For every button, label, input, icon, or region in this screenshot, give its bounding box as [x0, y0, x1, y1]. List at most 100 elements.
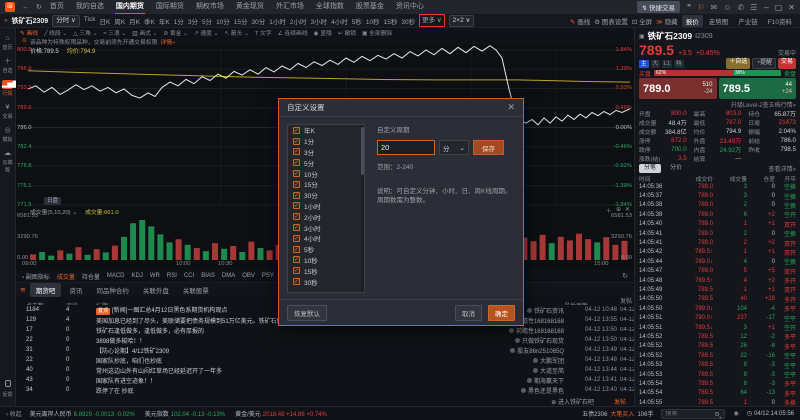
modal-period-15秒[interactable]: ✓15秒 [288, 265, 364, 276]
modal-period-1分[interactable]: ✓1分 [288, 136, 364, 147]
session-badge[interactable]: 日盘 [44, 197, 61, 205]
forum-row[interactable]: 430国家队有进空迹象！！期海赢天下04-12 13:4104-12 [16, 375, 634, 385]
nav-item-全球指数[interactable]: 全球指数 [315, 0, 345, 15]
period-selected-dropdown[interactable]: 分时 ∨ [52, 15, 80, 27]
checkbox-checked-icon[interactable]: ✓ [293, 159, 300, 166]
tab-走势图[interactable]: 走势图 [705, 15, 733, 27]
alert-button[interactable]: ◔提醒 [752, 58, 776, 69]
period-季K[interactable]: 季K [144, 16, 155, 26]
nav-item-首页[interactable]: 首页 [49, 0, 65, 15]
period-周K[interactable]: 周K [114, 16, 125, 26]
modal-period-3分[interactable]: ✓3分 [288, 147, 364, 158]
forum-row[interactable]: 220国家队抄底，咱们也抄底大鹏军团04-12 13:4804-12 [16, 355, 634, 365]
hide-button[interactable]: ≫ 隐藏 [656, 16, 678, 26]
period-Tick[interactable]: Tick [84, 16, 96, 26]
rail-item-云端版[interactable]: ☁云端版 [0, 147, 15, 176]
forum-row[interactable]: 400常州这边山外有山闷红草场已经延迟开了一年多大道至简04-12 13:440… [16, 365, 634, 375]
trade-button[interactable]: 交易 [778, 58, 796, 69]
draw-tool-连续画线[interactable]: ∠ 连续画线 [278, 28, 308, 37]
quick-trade-button[interactable]: ↯ 快捷交易 [637, 1, 680, 13]
rail-item-行情[interactable]: ▂▅▇行情 [0, 78, 15, 99]
mail-icon[interactable]: ✉ [711, 3, 718, 12]
checkbox-checked-icon[interactable]: ✓ [293, 278, 300, 285]
period-5秒[interactable]: 5秒 [352, 16, 362, 26]
custom-period-input[interactable] [377, 140, 435, 155]
confirm-button[interactable]: 确定 [488, 305, 515, 321]
tick-tab-分笔[interactable]: 分笔 [639, 164, 661, 173]
draw-tool-撤销[interactable]: ↩ 撤销 [338, 28, 356, 37]
save-button[interactable]: 保存 [473, 140, 504, 155]
indicator-持仓量[interactable]: 持仓量 [82, 272, 100, 281]
checkbox-checked-icon[interactable]: ✓ [293, 192, 300, 199]
bell-icon[interactable]: ⚐ [697, 3, 704, 12]
indicator-DMA[interactable]: DMA [222, 273, 235, 279]
checkbox-checked-icon[interactable]: ✓ [293, 256, 300, 263]
draw-tool-button[interactable]: ✎ 画线 [570, 16, 590, 26]
checkbox-checked-icon[interactable]: ✓ [293, 246, 300, 253]
modal-close-icon[interactable]: ✕ [507, 102, 515, 113]
fx-quote-美元指数[interactable]: 美元指数102.04 -0.13 -0.13% [145, 409, 225, 418]
ask-quote-box[interactable]: 789.5 44+24 [719, 78, 797, 99]
period-2小时[interactable]: 2小时 [290, 16, 307, 26]
cancel-button[interactable]: 取消 [455, 305, 482, 321]
search-box[interactable] [661, 409, 725, 419]
indicator-成交量[interactable]: 成交量 [57, 272, 75, 281]
indicator-OBV[interactable]: OBV [242, 273, 255, 279]
period-30秒[interactable]: 30秒 [401, 16, 415, 26]
menu-icon[interactable]: ☰ [750, 3, 757, 12]
rail-item-交易[interactable]: ¥交易 [0, 101, 15, 122]
feedback-button[interactable]: ⋯反馈 [0, 370, 15, 400]
service-icon[interactable]: ✆ [737, 3, 744, 12]
checkbox-checked-icon[interactable]: ✓ [293, 181, 300, 188]
tab-产业链[interactable]: 产业链 [734, 15, 762, 27]
fullscreen-button[interactable]: ⊡ 全屏 [632, 16, 652, 26]
fx-quote-美元离岸人民币[interactable]: 美元离岸人民币6.8929 -0.0013 -0.02% [30, 409, 135, 418]
back-icon[interactable]: ← [22, 4, 29, 11]
period-日K[interactable]: 日K [99, 16, 110, 26]
indicator-RSI[interactable]: RSI [167, 273, 177, 279]
fx-quote-黄金/美元[interactable]: 黄金/美元2018.48 +14.86 +0.74% [235, 409, 327, 418]
checkbox-checked-icon[interactable]: ✓ [293, 127, 300, 134]
collapse-statusbar-button[interactable]: ‹ 收起 [6, 409, 22, 418]
draw-tool-文字[interactable]: T 文字 [255, 28, 272, 37]
forum-tab-同品种合约[interactable]: 同品种合约 [90, 283, 135, 297]
modal-period-2小时[interactable]: ✓2小时 [288, 211, 364, 222]
minimize-button[interactable]: – [764, 3, 768, 12]
period-3分[interactable]: 3分 [188, 16, 198, 26]
checkbox-checked-icon[interactable]: ✓ [293, 170, 300, 177]
maximize-button[interactable]: ▢ [775, 3, 783, 12]
checkbox-checked-icon[interactable]: ✓ [293, 213, 300, 220]
indicator-KDJ[interactable]: KDJ [132, 273, 143, 279]
add-watchlist-button[interactable]: ＋自选 [726, 58, 750, 69]
period-月K[interactable]: 月K [129, 16, 140, 26]
nav-item-国内期货[interactable]: 国内期货 [115, 0, 145, 15]
new-post-link[interactable]: 发帖 [614, 397, 626, 406]
period-10分[interactable]: 10分 [216, 16, 230, 26]
forum-row[interactable]: 170铁矿石逢低做多，逢低做多，必有厚报的前瞻性16816816804-12 1… [16, 325, 634, 335]
period-15秒[interactable]: 15秒 [384, 16, 398, 26]
nav-item-股票基金[interactable]: 股票基金 [355, 0, 385, 15]
modal-period-年K[interactable]: ✓年K [288, 125, 364, 136]
nav-item-国际期货[interactable]: 国际期货 [155, 0, 185, 15]
modal-period-4小时[interactable]: ✓4小时 [288, 233, 364, 244]
rail-item-首页[interactable]: ⌂首页 [0, 32, 15, 53]
period-10秒[interactable]: 10秒 [366, 16, 380, 26]
period-15分[interactable]: 15分 [234, 16, 248, 26]
checkbox-checked-icon[interactable]: ✓ [293, 235, 300, 242]
indicator-MACD[interactable]: MACD [107, 273, 125, 279]
level2-upgrade-link[interactable]: 升级Level-2查五档行情» [639, 100, 796, 109]
modal-period-5分[interactable]: ✓5分 [288, 157, 364, 168]
period-年K[interactable]: 年K [159, 16, 170, 26]
rail-item-模拟[interactable]: ◎模拟 [0, 124, 15, 145]
tick-detail-link[interactable]: 查看详情» [769, 164, 796, 173]
modal-period-15分[interactable]: ✓15分 [288, 179, 364, 190]
grid-layout-dropdown[interactable]: 2×2 ∨ [449, 15, 475, 27]
period-4小时[interactable]: 4小时 [331, 16, 348, 26]
user-icon[interactable]: ☺ [723, 3, 731, 12]
forum-tab-关联股票[interactable]: 关联股票 [177, 283, 215, 297]
modal-period-10分[interactable]: ✓10分 [288, 168, 364, 179]
restore-default-button[interactable]: 恢复默认 [287, 305, 327, 321]
nav-item-外汇市场[interactable]: 外汇市场 [275, 0, 305, 15]
refresh-icon[interactable]: ↻ [36, 3, 42, 11]
nav-item-资讯中心[interactable]: 资讯中心 [395, 0, 425, 15]
